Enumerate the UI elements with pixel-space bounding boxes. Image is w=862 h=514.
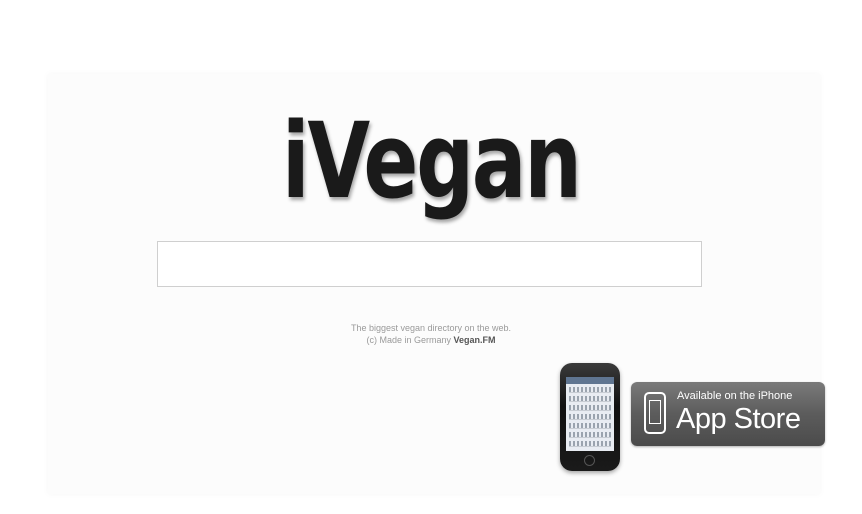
vegan-fm-link[interactable]: Vegan.FM [454, 335, 496, 345]
phone-outline-icon [644, 392, 666, 434]
page: iVegan The biggest vegan directory on th… [0, 0, 862, 514]
site-logo[interactable]: iVegan [95, 96, 767, 226]
tagline-line-2: (c) Made in Germany Vegan.FM [0, 334, 862, 346]
copyright-text: (c) Made in Germany [366, 335, 451, 345]
badge-small-text: Available on the iPhone [677, 390, 793, 402]
tagline: The biggest vegan directory on the web. … [0, 322, 862, 346]
home-button-icon [584, 455, 595, 466]
iphone-icon [560, 363, 620, 471]
iphone-screen [566, 377, 614, 451]
badge-large-text: App Store [676, 403, 801, 435]
tagline-line-1: The biggest vegan directory on the web. [350, 323, 512, 333]
search-input[interactable] [157, 241, 702, 287]
app-store-badge[interactable]: Available on the iPhone App Store [631, 382, 825, 446]
